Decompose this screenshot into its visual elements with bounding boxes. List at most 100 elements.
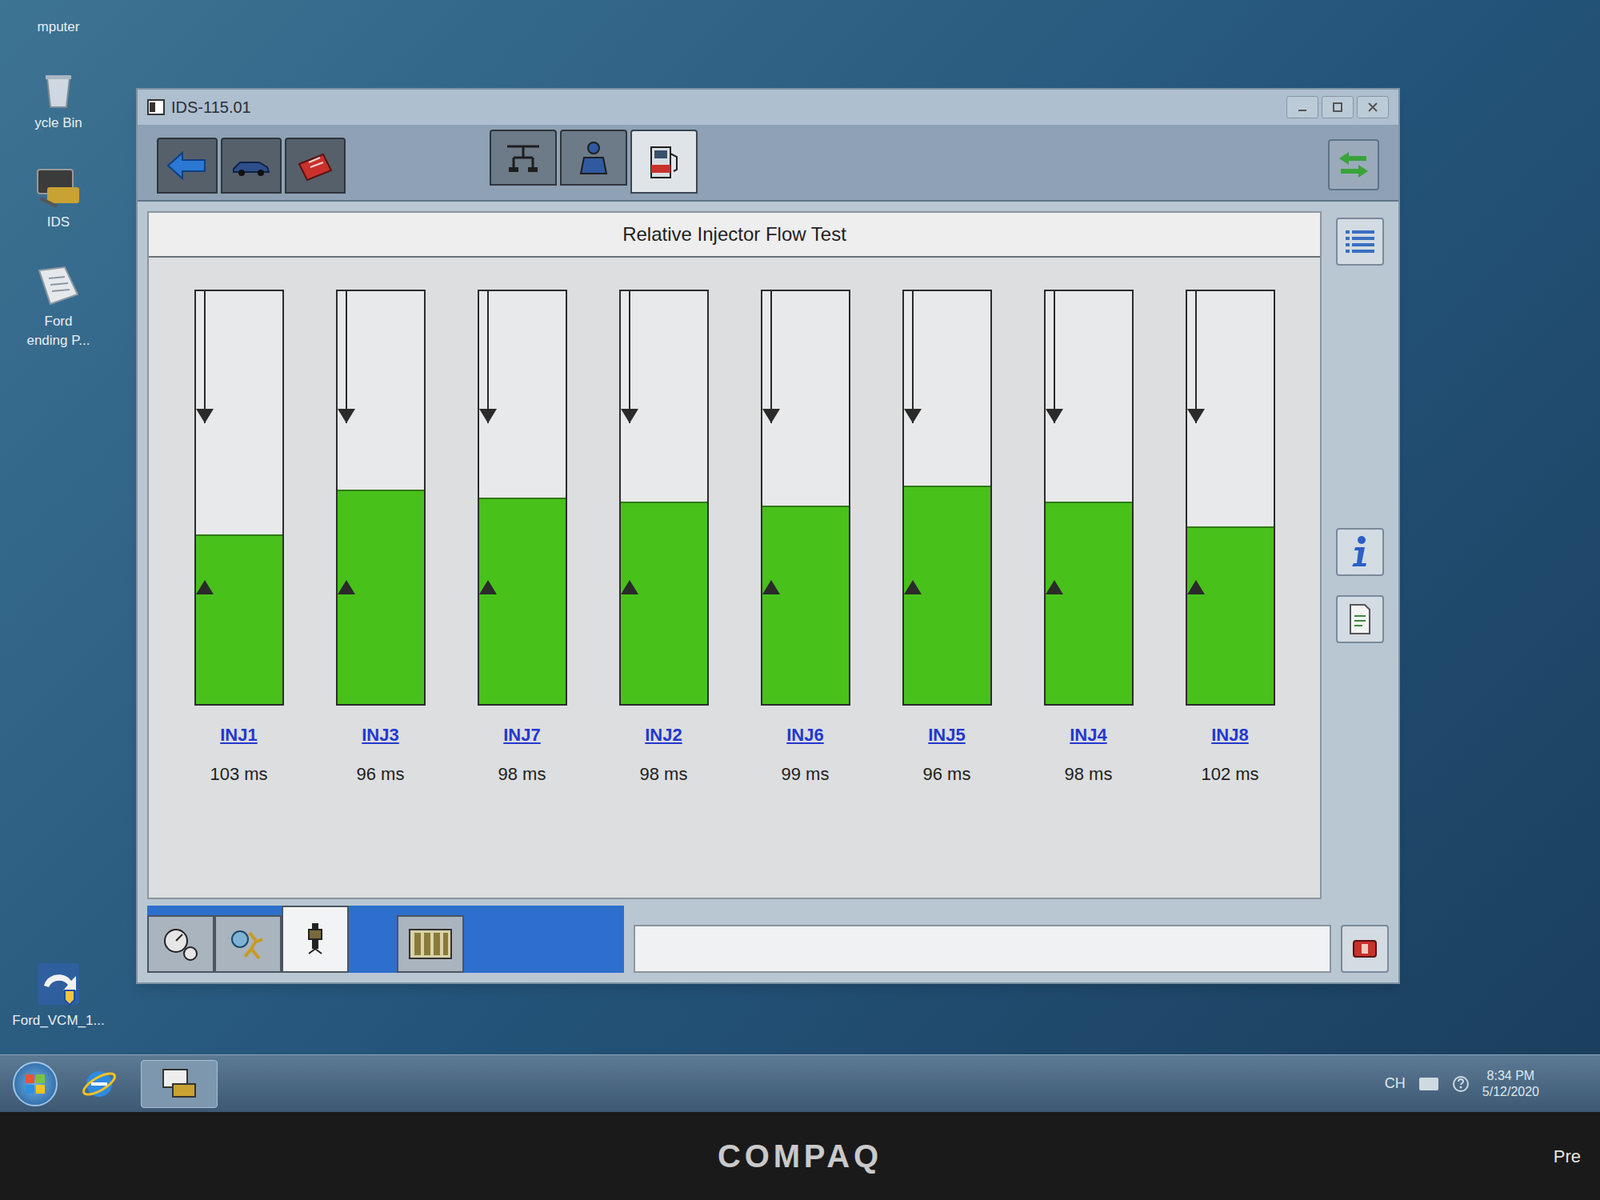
- toolbar-button[interactable]: [156, 137, 218, 194]
- desktop-icon-label: Ford: [44, 313, 73, 330]
- desktop-icon[interactable]: Ford_VCM_1...: [6, 958, 111, 1029]
- test-title-bar: Relative Injector Flow Test: [148, 212, 1320, 258]
- start-button[interactable]: [12, 1061, 58, 1107]
- injector-track: [760, 289, 851, 706]
- upper-limit-marker: [904, 408, 922, 424]
- injector-fill: [762, 505, 849, 704]
- upper-limit-marker: [1187, 408, 1205, 424]
- bezel: COMPAQ Pre: [0, 1112, 1600, 1200]
- switch-button[interactable]: [1328, 139, 1380, 191]
- injector-fill: [620, 501, 708, 704]
- side-buttons: [1331, 211, 1389, 900]
- bottom-tab[interactable]: [214, 915, 282, 973]
- window-title: IDS-115.01: [171, 95, 252, 120]
- recycle-bin-icon: [36, 67, 81, 112]
- desktop-icon[interactable]: ycle Bin: [6, 67, 111, 132]
- swap-arrows-icon: [1336, 148, 1372, 181]
- limit-line: [912, 291, 914, 424]
- injector-column: INJ798 ms: [472, 289, 572, 788]
- injector-label[interactable]: INJ1: [220, 721, 257, 748]
- injector-label[interactable]: INJ6: [786, 721, 824, 748]
- desktop-icons: mputer ycle Bin IDS Fordending P... Ford_VCM…: [0, 0, 111, 1055]
- browser-icon: [80, 1064, 119, 1104]
- list-button[interactable]: [1336, 217, 1384, 266]
- close-icon: [1367, 101, 1379, 113]
- toolbar-left: [156, 137, 346, 194]
- injector-track: [336, 289, 426, 706]
- info-button[interactable]: [1336, 528, 1384, 576]
- desktop-icon[interactable]: mputer: [6, 19, 111, 36]
- minimize-button[interactable]: [1286, 96, 1319, 119]
- taskbar-app-button[interactable]: [140, 1060, 218, 1108]
- bottom-tab[interactable]: [281, 905, 349, 973]
- input-language[interactable]: CH: [1384, 1072, 1406, 1095]
- taskbar: CH 8:34 PM5/12/2020: [0, 1054, 1600, 1112]
- ford-app-icon: [32, 262, 84, 311]
- runner-icon: [225, 924, 271, 964]
- stop-button[interactable]: [1340, 924, 1389, 973]
- injector-label[interactable]: INJ8: [1211, 721, 1248, 748]
- upper-limit-marker: [1045, 408, 1064, 424]
- lower-limit-marker: [1187, 580, 1205, 595]
- clock-time: 8:34 PM: [1487, 1068, 1536, 1084]
- lower-limit-marker: [1045, 580, 1064, 595]
- desktop-icon-label: Ford_VCM_1...: [12, 1012, 104, 1029]
- lower-limit-marker: [904, 580, 922, 595]
- injector-column: INJ4 98 ms: [1039, 289, 1139, 788]
- laptop: mputer ycle Bin IDS Fordending P... Ford_VCM…: [0, 0, 1600, 1200]
- injector-reading: 98 ms: [1064, 760, 1113, 788]
- injector-reading: 99 ms: [781, 760, 830, 788]
- windows-logo-icon: [24, 1072, 47, 1096]
- toolbar-tab[interactable]: [489, 129, 557, 186]
- upper-limit-marker: [762, 408, 780, 424]
- toolbar-tabs: [489, 129, 698, 194]
- help-icon: [1452, 1075, 1470, 1093]
- system-tray: CH 8:34 PM5/12/2020: [1384, 1068, 1588, 1100]
- maximize-button[interactable]: [1321, 96, 1354, 119]
- limit-line: [204, 291, 206, 424]
- screen: mputer ycle Bin IDS Fordending P... Ford_VCM…: [0, 0, 1600, 1112]
- hoist-icon: [502, 140, 544, 176]
- edge-text: Pre: [1516, 1143, 1581, 1170]
- limit-line: [770, 291, 772, 424]
- bottom-tab[interactable]: [147, 915, 215, 973]
- window-controls: [1286, 96, 1389, 119]
- injector-label[interactable]: INJ4: [1069, 721, 1107, 748]
- injector-track: [619, 289, 709, 706]
- desktop-icon-label: IDS: [47, 214, 70, 231]
- clock-date: 5/12/2020: [1482, 1084, 1540, 1100]
- app-icon: [147, 99, 165, 116]
- toolbar-tab[interactable]: [630, 129, 698, 194]
- toolbar-button[interactable]: [220, 137, 282, 194]
- injector-reading: 96 ms: [356, 760, 405, 788]
- back-arrow-icon: [164, 148, 210, 184]
- clock[interactable]: 8:34 PM5/12/2020: [1482, 1068, 1540, 1100]
- injector-column: INJ5 96 ms: [897, 289, 997, 788]
- injector-fill: [904, 485, 991, 704]
- injector-column: INJ298 ms: [614, 289, 714, 788]
- bottom-bar: [147, 905, 1389, 973]
- desktop-icon[interactable]: IDS: [6, 163, 111, 231]
- limit-line: [628, 291, 631, 424]
- browser-button[interactable]: [76, 1061, 122, 1107]
- upper-limit-marker: [337, 408, 356, 424]
- toolbar-button[interactable]: [284, 137, 346, 194]
- injector-label[interactable]: INJ5: [928, 721, 965, 748]
- report-icon: [1347, 603, 1373, 636]
- toolbar-tab[interactable]: [560, 129, 628, 186]
- close-button[interactable]: [1356, 96, 1389, 119]
- title-bar: IDS-115.01: [137, 89, 1399, 125]
- brand-logo: COMPAQ: [717, 1132, 883, 1180]
- content-row: Relative Injector Flow TestINJ1103 msINJ…: [147, 211, 1389, 900]
- limit-line: [1053, 291, 1056, 424]
- vcm-shortcut-icon: [32, 958, 84, 1010]
- bottom-tab[interactable]: [396, 915, 464, 973]
- injector-reading: 96 ms: [923, 760, 972, 788]
- injector-label[interactable]: INJ2: [644, 721, 682, 748]
- injector-label[interactable]: INJ7: [503, 721, 540, 748]
- injector-label[interactable]: INJ3: [361, 721, 399, 748]
- injector-column: INJ1103 ms: [189, 289, 289, 788]
- minimize-icon: [1296, 101, 1308, 113]
- desktop-icon[interactable]: Fordending P...: [6, 262, 111, 349]
- report-button[interactable]: [1336, 595, 1384, 644]
